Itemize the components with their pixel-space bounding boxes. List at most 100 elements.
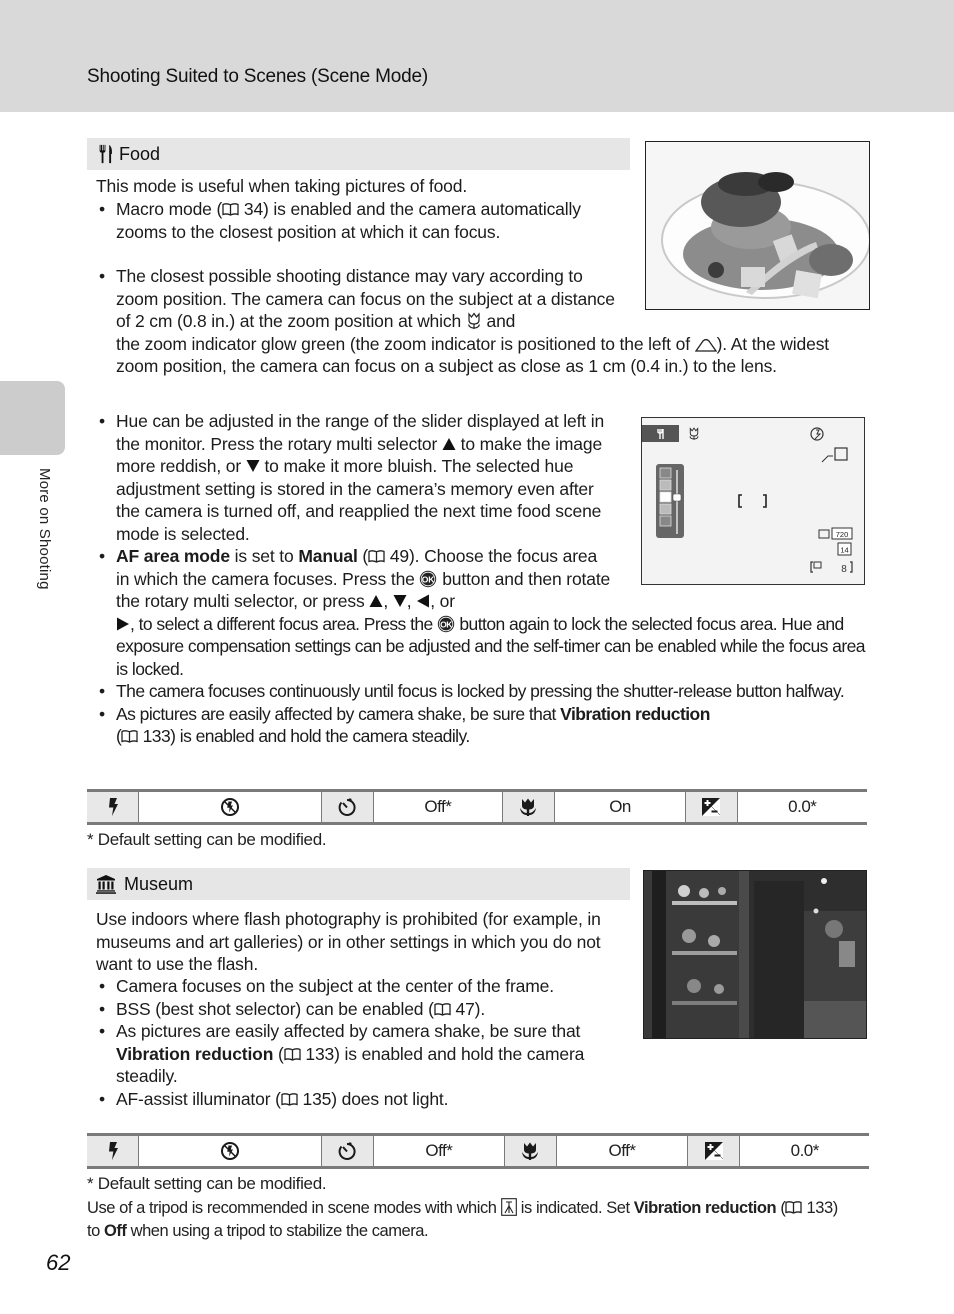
food-bullet-list-1: Macro mode ( 34) is enabled and the came… — [96, 198, 626, 243]
museum-icon — [96, 874, 116, 894]
text: The camera focuses continuously until fo… — [116, 681, 845, 701]
text: ). — [474, 998, 486, 1019]
text: AF-assist illuminator ( — [116, 1088, 281, 1109]
chapter-tab-label: More on Shooting — [36, 468, 53, 590]
down-arrow-icon — [393, 594, 407, 608]
book-reference-icon — [121, 730, 138, 743]
museum-photo-image — [644, 871, 866, 1038]
text: ( — [357, 546, 369, 566]
vibration-reduction-label: Vibration reduction — [116, 1043, 274, 1064]
book-reference-icon — [368, 550, 385, 563]
food-bullet-macro: Macro mode ( 34) is enabled and the came… — [96, 198, 626, 243]
exposure-compensation-icon — [701, 797, 721, 817]
exposure-compensation-value: 0.0* — [790, 1141, 820, 1160]
text: ) is enabled and hold the camera steadil… — [170, 726, 470, 746]
text-block: , to select a different focus area. Pres… — [116, 614, 866, 679]
page-header-title: Shooting Suited to Scenes (Scene Mode) — [87, 66, 428, 87]
off-label: Off — [104, 1222, 127, 1240]
tripod-icon — [501, 1198, 517, 1216]
text: As pictures are easily affected by camer… — [116, 703, 561, 724]
book-reference-icon — [281, 1093, 298, 1106]
exposure-compensation-value: 0.0* — [788, 797, 817, 816]
ok-button-icon — [437, 615, 455, 633]
museum-section-heading: Museum — [87, 868, 630, 900]
flash-icon — [106, 797, 120, 817]
text: ( — [776, 1199, 786, 1217]
flash-icon — [106, 1141, 120, 1161]
self-timer-value: Off* — [374, 792, 503, 822]
museum-intro-text: Use indoors where flash photography is p… — [96, 909, 601, 974]
af-area-mode-label: AF area mode — [116, 546, 230, 566]
page-reference[interactable]: 49 — [390, 546, 409, 566]
page-reference[interactable]: 133 — [143, 726, 171, 746]
right-arrow-icon — [116, 617, 130, 631]
flash-mode-value — [139, 792, 322, 822]
book-reference-icon — [434, 1003, 451, 1016]
up-arrow-icon — [442, 437, 456, 451]
flash-mode-header — [87, 1136, 140, 1166]
text: Camera focuses on the subject at the cen… — [116, 976, 554, 996]
flash-mode-value — [139, 1136, 322, 1166]
page-reference[interactable]: 47 — [456, 999, 475, 1019]
macro-icon — [518, 797, 538, 817]
text: The closest possible shooting distance m… — [116, 266, 615, 331]
food-settings-table: Off* On 0.0* — [87, 789, 867, 825]
food-bullet-hue: Hue can be adjusted in the range of the … — [96, 410, 613, 545]
exposure-compensation-header — [686, 792, 738, 822]
flash-off-icon — [220, 797, 240, 817]
museum-bullet-vibration: As pictures are easily affected by camer… — [96, 1020, 626, 1088]
text: As pictures are easily affected by camer… — [116, 1021, 581, 1041]
food-bullet-list-3: Hue can be adjusted in the range of the … — [96, 410, 866, 748]
down-arrow-icon — [246, 459, 260, 473]
vibration-reduction-label: Vibration reduction — [633, 1199, 777, 1217]
museum-bullet-center-focus: Camera focuses on the subject at the cen… — [96, 975, 626, 998]
museum-bullet-bss: BSS (best shot selector) can be enabled … — [96, 998, 626, 1021]
food-intro-text: This mode is useful when taking pictures… — [96, 176, 468, 196]
page-reference[interactable]: 133 — [807, 1199, 834, 1217]
museum-sample-photo — [643, 870, 867, 1039]
book-reference-icon — [785, 1201, 802, 1214]
fork-knife-icon — [96, 144, 116, 164]
tripod-note: Use of a tripod is recommended in scene … — [87, 1197, 847, 1243]
self-timer-header — [321, 1136, 375, 1166]
food-bullet-vibration: As pictures are easily affected by camer… — [96, 703, 866, 748]
page-reference[interactable]: 135 — [303, 1089, 332, 1109]
macro-mode-header — [504, 1136, 557, 1166]
manual-label: Manual — [298, 546, 358, 566]
self-timer-header — [321, 792, 375, 822]
page-reference[interactable]: 34 — [244, 199, 263, 219]
food-intro: This mode is useful when taking pictures… — [96, 175, 626, 198]
food-bullet-continuous-focus: The camera focuses continuously until fo… — [96, 680, 866, 703]
text: BSS (best shot selector) can be enabled … — [116, 998, 434, 1019]
museum-bullet-list: Camera focuses on the subject at the cen… — [96, 975, 626, 1110]
text: the zoom indicator glow green (the zoom … — [116, 333, 830, 377]
text: when using a tripod to stabilize the cam… — [126, 1222, 429, 1240]
macro-icon — [520, 1141, 540, 1161]
page-number: 62 — [46, 1250, 71, 1275]
text: ) does not light. — [331, 1088, 449, 1109]
macro-mode-header — [502, 792, 555, 822]
macro-tulip-icon — [466, 312, 482, 330]
museum-section-title: Museum — [124, 873, 194, 894]
food-section-heading: Food — [87, 138, 630, 170]
vibration-reduction-label: Vibration reduction — [560, 703, 710, 724]
exposure-compensation-icon — [704, 1141, 724, 1161]
museum-settings-table: Off* Off* 0.0* — [87, 1133, 869, 1169]
self-timer-icon — [337, 797, 357, 817]
text-block: AF area mode is set to Manual ( 49). Cho… — [116, 546, 611, 611]
food-footnote: * Default setting can be modified. — [87, 830, 327, 849]
left-arrow-icon — [416, 594, 430, 608]
macro-mode-value: Off* — [557, 1136, 689, 1166]
text: is indicated. Set — [516, 1199, 634, 1217]
food-bullet-distance: The closest possible shooting distance m… — [96, 265, 866, 378]
page-reference[interactable]: 133 — [305, 1044, 334, 1064]
text-block: The closest possible shooting distance m… — [116, 266, 615, 331]
up-arrow-icon — [369, 594, 383, 608]
book-reference-icon — [284, 1048, 301, 1061]
self-timer-icon — [337, 1141, 357, 1161]
chapter-tab — [0, 381, 65, 455]
flash-mode-header — [87, 792, 140, 822]
museum-intro: Use indoors where flash photography is p… — [96, 908, 626, 976]
book-reference-icon — [222, 203, 239, 216]
food-bullet-list-2: The closest possible shooting distance m… — [96, 265, 866, 378]
